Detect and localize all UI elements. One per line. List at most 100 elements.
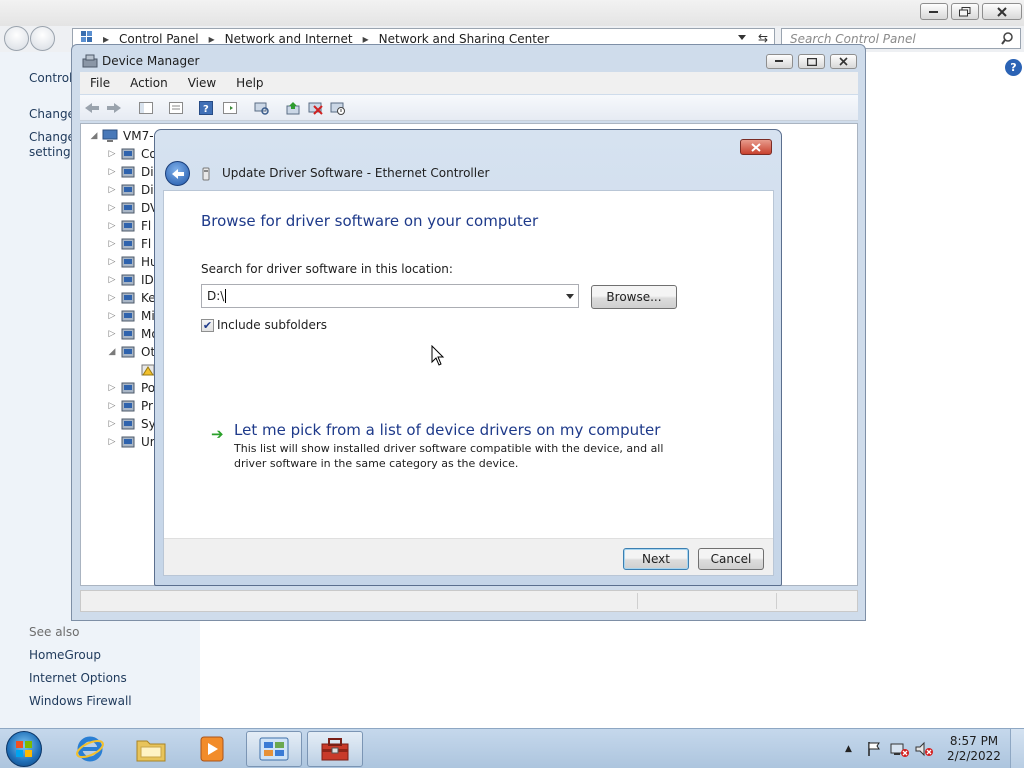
dm-close-button[interactable] xyxy=(830,54,857,69)
action-center-flag-icon[interactable] xyxy=(866,729,882,768)
expand-arrow-icon[interactable]: ▷ xyxy=(107,311,117,321)
expand-arrow-icon[interactable]: ▷ xyxy=(107,167,117,177)
tree-item[interactable]: ▷ DV xyxy=(107,199,159,217)
tree-item[interactable]: ▷ Po xyxy=(107,379,156,397)
tree-item[interactable]: ▷ Ur xyxy=(107,433,155,451)
disable-device-icon[interactable] xyxy=(330,100,346,116)
volume-muted-icon[interactable] xyxy=(914,729,934,768)
refresh-icon[interactable]: ⇆ xyxy=(758,31,768,45)
start-button[interactable] xyxy=(6,731,42,767)
menu-action[interactable]: Action xyxy=(130,76,168,90)
update-driver-icon[interactable] xyxy=(286,100,302,116)
expand-arrow-icon[interactable]: ▷ xyxy=(107,401,117,411)
expand-arrow-icon[interactable]: ▷ xyxy=(107,239,117,249)
driver-path-combobox[interactable]: D:\ xyxy=(201,284,579,308)
expand-arrow-icon[interactable]: ▷ xyxy=(107,203,117,213)
tree-item[interactable]: ▷ Ke xyxy=(107,289,156,307)
status-separator xyxy=(637,593,638,609)
back-arrow-icon[interactable] xyxy=(84,100,100,116)
device-manager-statusbar xyxy=(80,590,858,612)
search-icon[interactable] xyxy=(1001,32,1014,48)
network-icon[interactable] xyxy=(890,729,910,768)
pick-from-list-link[interactable]: Let me pick from a list of device driver… xyxy=(234,421,660,439)
forward-arrow-icon[interactable] xyxy=(106,100,122,116)
menu-file[interactable]: File xyxy=(90,76,110,90)
taskbar-internet-explorer[interactable] xyxy=(62,731,118,767)
include-subfolders-row[interactable]: ✔ Include subfolders xyxy=(201,318,327,332)
next-button[interactable]: Next xyxy=(623,548,689,570)
expand-arrow-icon[interactable]: ▷ xyxy=(107,437,117,447)
tree-item[interactable]: ◢ Ot xyxy=(107,343,156,361)
expand-arrow-icon[interactable]: ▷ xyxy=(107,419,117,429)
expand-arrow-icon[interactable]: ▷ xyxy=(107,383,117,393)
expand-arrow-icon[interactable]: ▷ xyxy=(107,275,117,285)
address-dropdown-icon[interactable] xyxy=(738,35,746,40)
tree-item[interactable]: ▷ Di xyxy=(107,163,154,181)
tree-root[interactable]: ◢ VM7- xyxy=(89,127,154,145)
expand-arrow-icon[interactable]: ▷ xyxy=(107,329,117,339)
internet-explorer-icon xyxy=(76,736,104,762)
menu-help[interactable]: Help xyxy=(236,76,263,90)
dialog-close-button[interactable] xyxy=(740,139,772,155)
tree-item[interactable]: ▷ Co xyxy=(107,145,157,163)
see-also-internet-options[interactable]: Internet Options xyxy=(29,671,127,685)
taskbar-control-panel[interactable] xyxy=(246,731,302,767)
see-also-windows-firewall[interactable]: Windows Firewall xyxy=(29,694,132,708)
taskbar-media-player[interactable] xyxy=(184,731,240,767)
tree-item[interactable]: ▷ Fl xyxy=(107,235,152,253)
green-arrow-icon[interactable]: ➔ xyxy=(211,425,224,443)
tree-item[interactable]: ▷ Di xyxy=(107,181,154,199)
collapse-arrow-icon[interactable]: ◢ xyxy=(89,131,99,141)
restore-button[interactable] xyxy=(951,3,979,20)
include-subfolders-checkbox[interactable]: ✔ xyxy=(201,318,214,332)
tree-item[interactable]: ▷ Hu xyxy=(107,253,158,271)
tree-item[interactable]: ▷ ID xyxy=(107,271,154,289)
update-driver-dialog: Update Driver Software - Ethernet Contro… xyxy=(154,129,782,586)
taskbar-windows-explorer[interactable] xyxy=(123,731,179,767)
minimize-button[interactable] xyxy=(920,3,948,20)
help-topic-icon[interactable]: ? xyxy=(198,100,214,116)
scan-hardware-icon[interactable] xyxy=(254,100,270,116)
tree-item[interactable]: ▷ Sy xyxy=(107,415,156,433)
dm-maximize-button[interactable] xyxy=(798,54,825,69)
browse-button[interactable]: Browse... xyxy=(591,285,677,309)
properties-icon[interactable] xyxy=(168,100,184,116)
close-button[interactable] xyxy=(982,3,1022,20)
clock-time: 8:57 PM xyxy=(949,734,999,748)
show-hide-console-tree-icon[interactable] xyxy=(138,100,154,116)
include-subfolders-label[interactable]: Include subfolders xyxy=(217,318,327,332)
tree-item[interactable]: ▷ Fl xyxy=(107,217,152,235)
tree-item[interactable]: ▷ Pr xyxy=(107,397,153,415)
expand-arrow-icon[interactable]: ▷ xyxy=(107,257,117,267)
show-hidden-icons[interactable]: ▲ xyxy=(845,729,852,768)
sidebar-link-settings[interactable]: settings xyxy=(29,145,77,159)
see-also-label: See also xyxy=(29,625,80,639)
expand-arrow-icon[interactable]: ▷ xyxy=(107,293,117,303)
other-devices-icon xyxy=(120,345,136,359)
forward-button[interactable] xyxy=(30,26,55,51)
show-desktop-button[interactable] xyxy=(1010,729,1024,768)
action-pane-icon[interactable] xyxy=(222,100,238,116)
collapse-arrow-icon[interactable]: ◢ xyxy=(107,347,117,357)
expand-arrow-icon[interactable]: ▷ xyxy=(107,185,117,195)
sidebar-link-change-sharing[interactable]: Change xyxy=(29,130,75,144)
uninstall-icon[interactable] xyxy=(308,100,324,116)
pick-from-list-description: This list will show installed driver sof… xyxy=(234,442,664,470)
chevron-down-icon[interactable] xyxy=(566,294,574,299)
dialog-back-button[interactable] xyxy=(165,161,190,186)
dm-minimize-button[interactable] xyxy=(766,54,793,69)
expand-arrow-icon[interactable]: ▷ xyxy=(107,221,117,231)
sidebar-link-change-adapter[interactable]: Change xyxy=(29,107,75,121)
tree-item[interactable]: ▷ Mi xyxy=(107,307,155,325)
help-icon[interactable]: ? xyxy=(1005,59,1022,76)
tree-item[interactable]: ▷ Mo xyxy=(107,325,159,343)
back-button[interactable] xyxy=(4,26,29,51)
taskbar-device-manager[interactable] xyxy=(307,731,363,767)
dialog-title: Update Driver Software - Ethernet Contro… xyxy=(222,166,490,180)
expand-arrow-icon[interactable]: ▷ xyxy=(107,149,117,159)
menu-view[interactable]: View xyxy=(188,76,216,90)
sidebar-link-control-panel-home[interactable]: Control xyxy=(29,71,72,85)
system-clock[interactable]: 8:57 PM 2/2/2022 xyxy=(944,734,1004,764)
cancel-button[interactable]: Cancel xyxy=(698,548,764,570)
see-also-homegroup[interactable]: HomeGroup xyxy=(29,648,101,662)
